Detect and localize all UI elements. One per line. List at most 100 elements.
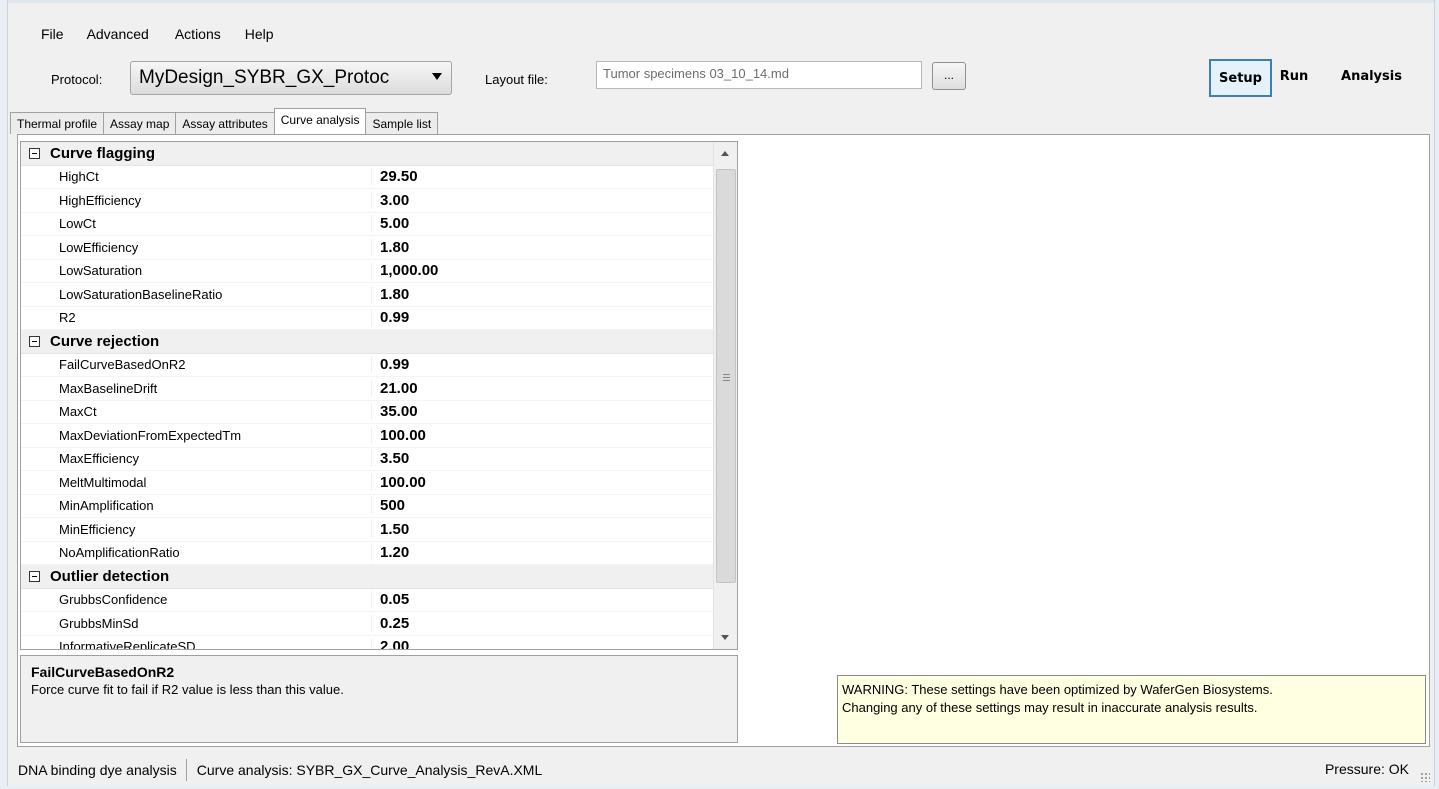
property-name: InformativeReplicateSD <box>59 639 196 650</box>
property-value[interactable]: 35.00 <box>371 403 691 421</box>
property-row[interactable]: R2 0.99 <box>21 307 713 330</box>
property-value[interactable]: 3.50 <box>371 450 691 468</box>
tab-assay-attributes[interactable]: Assay attributes <box>175 112 275 134</box>
property-row[interactable]: GrubbsMinSd 0.25 <box>21 612 713 636</box>
status-pressure: Pressure: OK <box>1324 761 1409 777</box>
property-row[interactable]: MaxEfficiency 3.50 <box>21 448 713 471</box>
property-row[interactable]: GrubbsConfidence 0.05 <box>21 589 713 612</box>
collapse-icon[interactable] <box>29 147 40 159</box>
property-value[interactable]: 1.20 <box>371 544 691 562</box>
tab-assay-map[interactable]: Assay map <box>103 112 177 134</box>
property-row[interactable]: HighEfficiency 3.00 <box>21 189 713 213</box>
property-row[interactable]: LowEfficiency 1.80 <box>21 236 713 260</box>
property-description: FailCurveBasedOnR2 Force curve fit to fa… <box>20 655 738 743</box>
tab-thermal-profile[interactable]: Thermal profile <box>10 112 105 134</box>
property-name: LowCt <box>59 216 96 232</box>
group-header-curve-rejection[interactable]: Curve rejection <box>21 330 713 354</box>
property-name: R2 <box>59 310 76 326</box>
protocol-value: MyDesign_SYBR_GX_Protoc <box>139 67 390 88</box>
app-window: File Advanced Actions Help Protocol: MyD… <box>0 0 1439 789</box>
menu-actions[interactable]: Actions <box>175 26 245 42</box>
status-curve-analysis-file: Curve analysis: SYBR_GX_Curve_Analysis_R… <box>196 761 543 778</box>
property-value[interactable]: 5.00 <box>371 215 691 233</box>
property-name: GrubbsMinSd <box>59 615 139 631</box>
scrollbar-thumb[interactable] <box>716 169 736 583</box>
warning-box: WARNING: These settings have been optimi… <box>837 675 1426 744</box>
property-row[interactable]: MaxCt 35.00 <box>21 401 713 424</box>
property-name: NoAmplificationRatio <box>59 545 180 561</box>
property-value[interactable]: 100.00 <box>371 473 691 491</box>
property-value[interactable]: 1,000.00 <box>371 262 691 280</box>
tab-sample-list[interactable]: Sample list <box>365 112 439 134</box>
property-grid: Curve flagging HighCt 29.50 HighEfficienc… <box>20 141 738 650</box>
vertical-scrollbar[interactable] <box>713 142 737 649</box>
property-value[interactable]: 0.25 <box>371 614 691 632</box>
property-value[interactable]: 29.50 <box>371 168 691 186</box>
property-row[interactable]: LowSaturationBaselineRatio 1.80 <box>21 283 713 307</box>
group-title: Outlier detection <box>50 567 170 585</box>
menu-help[interactable]: Help <box>245 26 288 42</box>
group-title: Curve rejection <box>50 332 160 350</box>
menu-bar: File Advanced Actions Help <box>9 20 288 48</box>
property-value[interactable]: 2.00 <box>371 638 691 649</box>
mode-switcher: Setup Run Analysis <box>1209 59 1427 97</box>
dropdown-arrow-icon <box>432 73 442 80</box>
run-button[interactable]: Run <box>1272 59 1316 97</box>
property-row[interactable]: FailCurveBasedOnR2 0.99 <box>21 354 713 377</box>
property-row[interactable]: MaxBaselineDrift 21.00 <box>21 377 713 401</box>
menu-file[interactable]: File <box>9 26 87 42</box>
property-name: MaxCt <box>59 404 97 420</box>
layout-file-field[interactable]: Tumor specimens 03_10_14.md <box>596 61 922 89</box>
property-value[interactable]: 100.00 <box>371 426 691 444</box>
property-value[interactable]: 1.50 <box>371 520 691 538</box>
property-value[interactable]: 3.00 <box>371 191 691 209</box>
property-row[interactable]: MeltMultimodal 100.00 <box>21 471 713 495</box>
scroll-up-icon[interactable] <box>721 151 729 156</box>
property-name: LowEfficiency <box>59 239 139 255</box>
property-value[interactable]: 0.05 <box>371 591 691 609</box>
protocol-dropdown[interactable]: MyDesign_SYBR_GX_Protoc <box>130 61 452 95</box>
property-name: FailCurveBasedOnR2 <box>59 357 186 373</box>
property-row[interactable]: HighCt 29.50 <box>21 166 713 189</box>
group-title: Curve flagging <box>50 144 156 162</box>
warning-line-1: WARNING: These settings have been optimi… <box>842 682 1273 697</box>
property-name: MaxBaselineDrift <box>59 380 158 396</box>
analysis-button[interactable]: Analysis <box>1316 59 1427 97</box>
property-name: MeltMultimodal <box>59 474 147 490</box>
browse-button[interactable]: ... <box>932 62 966 90</box>
scroll-down-icon[interactable] <box>721 635 729 640</box>
property-name: LowSaturation <box>59 263 143 279</box>
property-value[interactable]: 0.99 <box>371 356 691 374</box>
group-header-outlier-detection[interactable]: Outlier detection <box>21 565 713 589</box>
property-name: MaxEfficiency <box>59 451 139 467</box>
collapse-icon[interactable] <box>29 570 40 582</box>
setup-button[interactable]: Setup <box>1209 59 1272 97</box>
tab-curve-analysis[interactable]: Curve analysis <box>273 108 367 134</box>
menu-advanced[interactable]: Advanced <box>87 26 175 42</box>
resize-grip-icon[interactable] <box>1420 772 1430 782</box>
property-name: MinAmplification <box>59 498 154 514</box>
property-name: MinEfficiency <box>59 521 136 537</box>
description-title: FailCurveBasedOnR2 <box>31 664 175 680</box>
property-row[interactable]: NoAmplificationRatio 1.20 <box>21 542 713 565</box>
collapse-icon[interactable] <box>29 335 40 347</box>
group-header-curve-flagging[interactable]: Curve flagging <box>21 142 713 166</box>
property-row[interactable]: LowSaturation 1,000.00 <box>21 260 713 283</box>
property-row[interactable]: MinAmplification 500 <box>21 495 713 518</box>
property-value[interactable]: 500 <box>371 497 691 515</box>
property-name: HighCt <box>59 169 99 185</box>
property-value[interactable]: 1.80 <box>371 285 691 303</box>
warning-line-2: Changing any of these settings may resul… <box>842 700 1258 715</box>
property-row[interactable]: MaxDeviationFromExpectedTm 100.00 <box>21 424 713 448</box>
protocol-label: Protocol: <box>51 72 103 87</box>
property-value[interactable]: 1.80 <box>371 238 691 256</box>
window-frame-top <box>0 0 1439 3</box>
property-value[interactable]: 21.00 <box>371 379 691 397</box>
property-value[interactable]: 0.99 <box>371 309 691 327</box>
property-row[interactable]: InformativeReplicateSD 2.00 <box>21 636 713 650</box>
status-analysis-type: DNA binding dye analysis <box>8 758 187 781</box>
property-row[interactable]: LowCt 5.00 <box>21 213 713 236</box>
property-row[interactable]: MinEfficiency 1.50 <box>21 518 713 542</box>
grip-icon <box>723 374 730 375</box>
property-name: GrubbsConfidence <box>59 592 168 608</box>
